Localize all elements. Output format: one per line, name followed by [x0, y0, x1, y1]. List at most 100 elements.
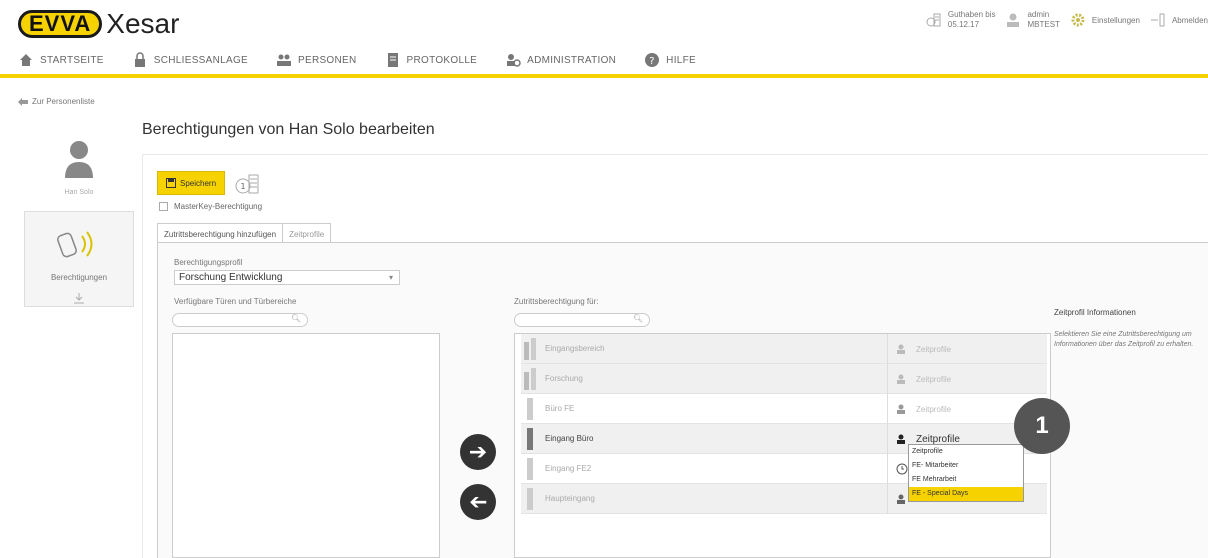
settings-label: Einstellungen	[1091, 15, 1140, 25]
dropdown-option[interactable]: FE Mehrarbeit	[909, 473, 1023, 487]
door-name: Eingang Büro	[545, 434, 594, 443]
profile-select[interactable]: Forschung Entwicklung ▾	[174, 270, 400, 285]
callout-badge: 1	[1014, 398, 1070, 454]
save-label: Speichern	[180, 178, 217, 188]
logout-icon	[1150, 13, 1165, 27]
credit-info: Guthaben bis 05.12.17	[926, 10, 995, 30]
nav-item-startseite[interactable]: Startseite	[18, 52, 104, 68]
logout-link[interactable]: Abmelden	[1150, 12, 1208, 28]
gear-icon	[1071, 13, 1085, 27]
person-icon	[897, 344, 905, 354]
lock-icon	[134, 52, 145, 67]
info-text: Selektieren Sie eine Zutrittsberechtigun…	[1054, 331, 1194, 348]
granted-label: Zutrittsberechtigung für:	[514, 297, 599, 306]
clock-icon	[896, 463, 908, 475]
arrow-right-icon: ➔	[468, 439, 488, 464]
settings-link[interactable]: Einstellungen	[1070, 12, 1140, 28]
save-button[interactable]: Speichern	[157, 171, 226, 195]
door-name: Büro FE	[545, 404, 575, 413]
door-icon	[527, 397, 533, 420]
user-info[interactable]: admin MBTEST	[1005, 10, 1060, 30]
back-arrow-icon	[18, 97, 28, 106]
dropdown-option-selected[interactable]: FE - Special Days	[909, 487, 1023, 501]
door-icon	[527, 457, 533, 480]
person-icon	[897, 494, 905, 504]
nav-item-administration[interactable]: Administration	[505, 52, 616, 68]
available-search-input[interactable]: 🔍︎	[172, 313, 308, 327]
available-doors-label: Verfügbare Türen und Türbereiche	[174, 297, 297, 306]
granted-search-input[interactable]: 🔍︎	[514, 313, 650, 327]
profile-label: Berechtigungsprofil	[174, 258, 243, 267]
profile-cell[interactable]: Zeitprofile	[887, 364, 1047, 394]
nav-label: Personen	[298, 54, 357, 66]
table-row[interactable]: Büro FE Zeitprofile	[521, 394, 1047, 424]
search-icon: 🔍︎	[632, 314, 643, 323]
person-name: Han Solo	[64, 189, 94, 196]
dropdown-option[interactable]: FE- Mitarbeiter	[909, 459, 1023, 473]
evva-logo: EVVA Xesar	[18, 8, 179, 40]
door-icon	[524, 337, 536, 360]
masterkey-label: MasterKey-Berechtigung	[174, 202, 263, 211]
nav-label: Protokolle	[406, 54, 478, 66]
door-name: Eingang FE2	[545, 464, 592, 473]
credit-date: 05.12.17	[947, 20, 980, 29]
logout-label: Abmelden	[1171, 15, 1208, 25]
admin-icon	[507, 54, 521, 67]
logo-text: Xesar	[106, 8, 180, 39]
top-bar: EVVA Xesar Guthaben bis 05.12.17 admin M…	[0, 0, 1208, 44]
help-icon: ?	[645, 53, 660, 67]
profile-value: Zeitprofile	[916, 404, 952, 414]
chevron-down-icon: ▾	[388, 273, 393, 282]
nav-label: Schließanlage	[153, 54, 248, 66]
side-tab-label: Berechtigungen	[50, 273, 108, 282]
available-doors-list[interactable]	[172, 333, 440, 558]
info-title: Zeitprofil Informationen	[1054, 308, 1136, 317]
main-nav: Startseite Schließanlage Personen Protok…	[0, 46, 1208, 74]
profile-select-value: Forschung Entwicklung	[179, 272, 283, 283]
access-card-icon	[57, 231, 93, 258]
person-icon	[897, 404, 905, 414]
nav-accent-bar	[0, 74, 1208, 78]
page-title: Berechtigungen von Han Solo bearbeiten	[142, 121, 435, 138]
person-icon	[897, 374, 905, 384]
search-icon: 🔍︎	[290, 314, 301, 323]
masterkey-checkbox[interactable]	[159, 202, 168, 211]
credit-counter-icon: 1	[235, 174, 259, 194]
back-to-person-list[interactable]: Zur Personenliste	[18, 97, 95, 106]
person-avatar-icon	[65, 141, 93, 178]
door-name: Haupteingang	[545, 494, 595, 503]
person-icon	[897, 434, 905, 444]
dropdown-option[interactable]: Zeitprofile	[909, 445, 1023, 459]
logo-badge: EVVA	[18, 10, 103, 38]
nav-item-schliessanlage[interactable]: Schließanlage	[132, 52, 248, 68]
profile-value: Zeitprofile	[916, 433, 960, 445]
door-name: Eingangsbereich	[545, 344, 605, 353]
door-icon	[524, 367, 536, 390]
home-icon	[20, 54, 32, 66]
nav-label: Hilfe	[666, 54, 697, 66]
top-right-area: Guthaben bis 05.12.17 admin MBTEST Einst…	[926, 10, 1208, 30]
nav-item-personen[interactable]: Personen	[276, 52, 357, 68]
add-arrow-button[interactable]: ➔	[460, 434, 496, 470]
time-profile-dropdown[interactable]: Zeitprofile FE- Mitarbeiter FE Mehrarbei…	[908, 444, 1024, 502]
nav-item-protokolle[interactable]: Protokolle	[385, 52, 478, 68]
floppy-icon	[166, 178, 176, 188]
arrow-left-icon: ➔	[468, 489, 488, 514]
nav-label: Startseite	[40, 54, 104, 66]
remove-arrow-button[interactable]: ➔	[460, 484, 496, 520]
people-icon	[277, 54, 291, 66]
download-icon	[74, 293, 84, 304]
back-link-label: Zur Personenliste	[32, 97, 95, 106]
nav-label: Administration	[527, 54, 617, 66]
table-row[interactable]: Eingangsbereich Zeitprofile	[521, 334, 1047, 364]
person-card: Han Solo	[24, 138, 134, 196]
side-tab-berechtigungen[interactable]: Berechtigungen	[24, 211, 134, 307]
document-icon	[387, 53, 398, 67]
table-row[interactable]: Forschung Zeitprofile	[521, 364, 1047, 394]
nav-item-hilfe[interactable]: ? Hilfe	[644, 52, 696, 68]
profile-cell[interactable]: Zeitprofile	[887, 334, 1047, 364]
masterkey-row: MasterKey-Berechtigung	[159, 202, 262, 211]
user-tenant: MBTEST	[1027, 20, 1060, 29]
profile-value: Zeitprofile	[916, 344, 952, 354]
profile-value: Zeitprofile	[916, 374, 952, 384]
